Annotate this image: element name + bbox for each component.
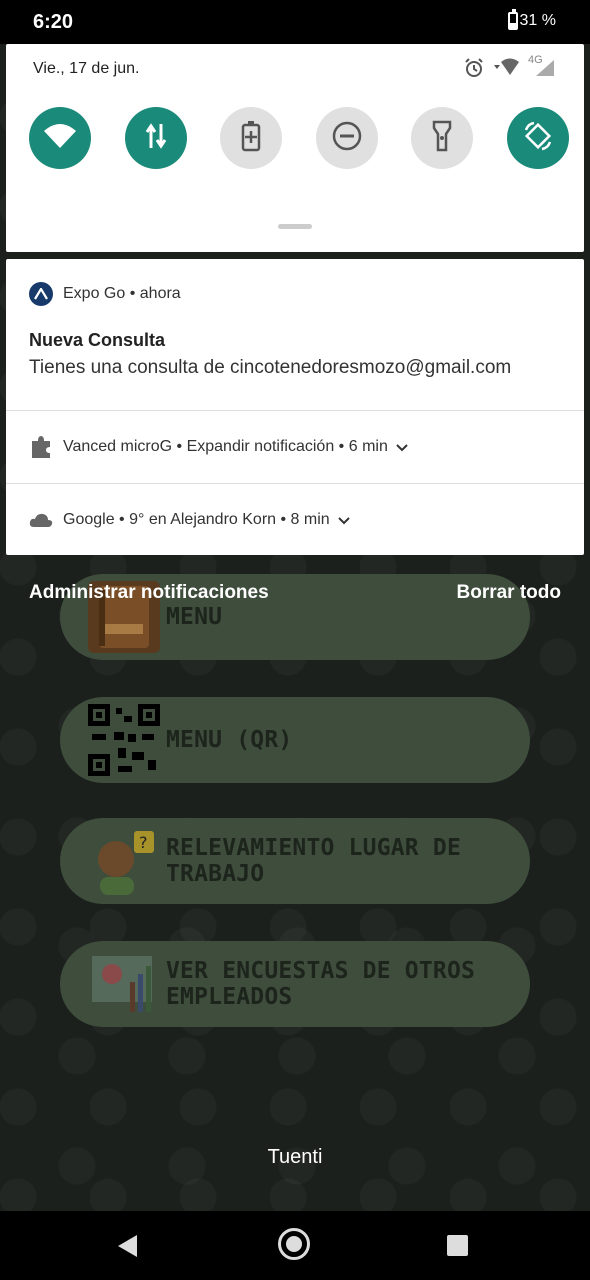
notification-time: 6 min <box>348 438 388 455</box>
battery-icon <box>508 9 518 30</box>
notification-text: 9° en Alejandro Korn <box>129 511 277 528</box>
chevron-down-icon[interactable] <box>396 439 408 455</box>
vanced-microg-notification[interactable]: Vanced microG • Expandir notificación • … <box>6 411 584 484</box>
cell-signal-icon: 4G <box>528 54 556 83</box>
expo-go-icon <box>29 282 53 306</box>
expo-notification[interactable]: Expo Go • ahora Nueva Consulta Tienes un… <box>6 259 584 411</box>
notification-header: Expo Go • ahora <box>29 282 181 306</box>
separator-dot: • <box>114 511 130 528</box>
quick-settings-panel: Vie., 17 de jun. 4G <box>6 44 584 252</box>
notification-time: 8 min <box>290 511 330 528</box>
auto-rotate-icon <box>522 120 554 157</box>
battery-saver-icon <box>240 120 262 157</box>
wifi-tile[interactable] <box>29 107 91 169</box>
network-type-label: 4G <box>528 54 543 66</box>
notification-app-name: Expo Go <box>63 285 126 302</box>
clear-all-button[interactable]: Borrar todo <box>457 582 562 604</box>
separator-dot: • <box>334 438 349 455</box>
battery-percent: 31 % <box>519 12 556 29</box>
do-not-disturb-tile[interactable] <box>315 107 378 169</box>
mobile-data-tile[interactable] <box>124 107 187 169</box>
recent-apps-icon[interactable] <box>447 1235 468 1256</box>
chart-board-icon <box>88 948 160 1020</box>
quick-settings-tiles <box>29 107 569 169</box>
status-time: 6:20 <box>33 11 74 33</box>
separator-dot: • <box>125 285 140 302</box>
cloud-icon <box>29 512 53 528</box>
question-person-icon: ? <box>88 825 160 897</box>
qr-code-icon <box>88 704 160 776</box>
back-icon[interactable] <box>118 1235 137 1257</box>
wifi-icon <box>43 123 77 154</box>
separator-dot: • <box>276 511 291 528</box>
navigation-bar <box>0 1211 590 1280</box>
battery-saver-tile[interactable] <box>220 107 283 169</box>
notification-app-name: Google <box>63 511 115 528</box>
menu-qr-button[interactable]: MENU (QR) <box>60 697 530 783</box>
google-notification[interactable]: Google • 9° en Alejandro Korn • 8 min <box>6 484 584 556</box>
auto-rotate-tile[interactable] <box>506 107 569 169</box>
system-icons: 4G <box>464 54 556 83</box>
workplace-survey-button-label: RELEVAMIENTO LUGAR DE TRABAJO <box>166 835 461 887</box>
employee-surveys-button-label: VER ENCUESTAS DE OTROS EMPLEADOS <box>166 958 476 1010</box>
notification-list: Expo Go • ahora Nueva Consulta Tienes un… <box>6 259 584 555</box>
puzzle-icon <box>29 435 53 459</box>
alarm-icon <box>464 58 484 83</box>
status-bar: 6:20 31 % <box>0 0 590 44</box>
notification-text: Expandir notificación <box>186 438 335 455</box>
notification-title: Nueva Consulta <box>29 330 166 350</box>
date-label: Vie., 17 de jun. <box>33 60 140 77</box>
separator-dot: • <box>172 438 187 455</box>
notification-app-name: Vanced microG <box>63 438 173 455</box>
manage-notifications-button[interactable]: Administrar notificaciones <box>29 582 269 604</box>
svg-text:?: ? <box>139 833 148 852</box>
mobile-data-icon <box>144 122 168 155</box>
chevron-down-icon[interactable] <box>337 512 350 528</box>
notification-body: Tienes una consulta de cincotenedoresmoz… <box>29 357 512 378</box>
flashlight-tile[interactable] <box>411 107 474 169</box>
carrier-name: Tuenti <box>267 1146 323 1168</box>
menu-qr-button-label: MENU (QR) <box>166 727 293 753</box>
workplace-survey-button[interactable]: ? RELEVAMIENTO LUGAR DE TRABAJO <box>60 818 530 904</box>
do-not-disturb-icon <box>331 120 363 157</box>
home-icon[interactable] <box>278 1228 310 1260</box>
drag-handle[interactable] <box>278 224 312 229</box>
notification-time: ahora <box>139 285 181 302</box>
employee-surveys-button[interactable]: VER ENCUESTAS DE OTROS EMPLEADOS <box>60 941 530 1027</box>
wifi-signal-icon <box>492 58 520 83</box>
flashlight-icon <box>432 120 452 157</box>
menu-button-label: MENU <box>166 604 223 630</box>
